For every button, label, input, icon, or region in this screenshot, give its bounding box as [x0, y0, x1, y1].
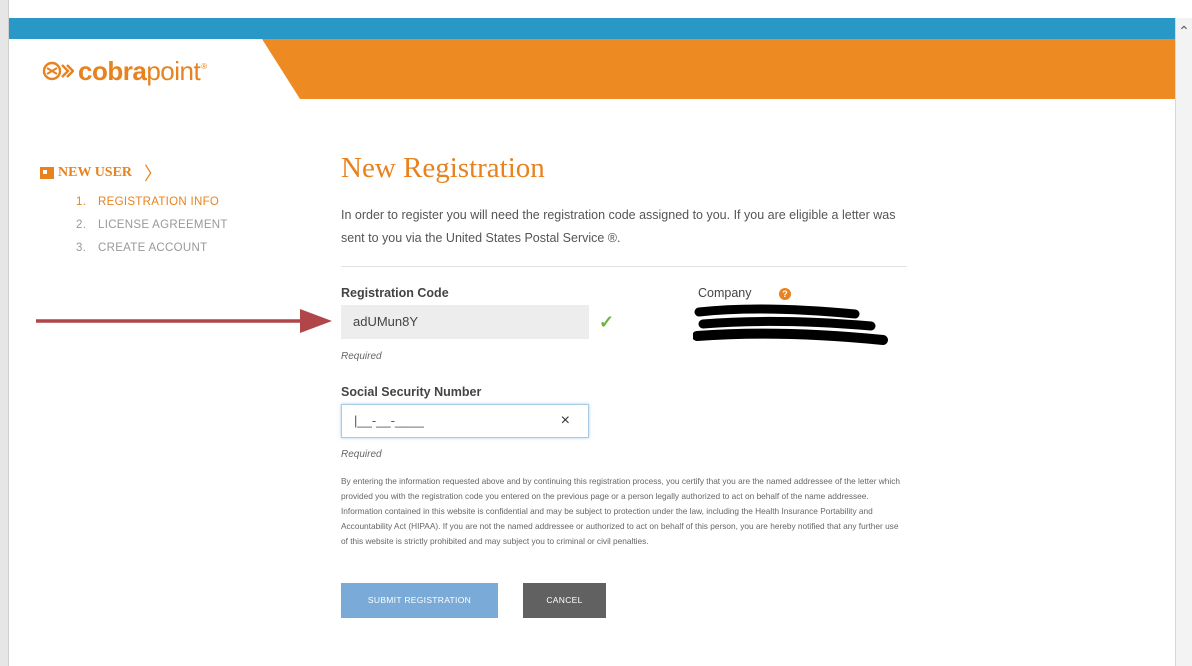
company-redacted-value — [693, 304, 888, 345]
browser-viewport: cobrapoint ® NEW USER 〉 1. REGISTRATION … — [0, 0, 1192, 666]
legal-disclaimer: By entering the information requested ab… — [341, 476, 900, 546]
clear-icon[interactable]: × — [561, 405, 570, 437]
checkmark-icon: ✓ — [599, 312, 615, 332]
help-icon[interactable]: ? — [779, 288, 791, 300]
sidebar: NEW USER 〉 1. REGISTRATION INFO 2. LICEN… — [40, 160, 270, 265]
page-title: New Registration — [341, 152, 545, 184]
submit-registration-button[interactable]: SUBMIT REGISTRATION — [341, 583, 498, 618]
registration-code-input[interactable]: adUMun8Y — [341, 305, 589, 339]
logo-trademark: ® — [201, 61, 208, 71]
cancel-button[interactable]: CANCEL — [523, 583, 606, 618]
ssn-input-mask: |__-__-____ — [354, 413, 424, 428]
step-list: 1. REGISTRATION INFO 2. LICENSE AGREEMEN… — [76, 196, 270, 265]
company-label: Company — [698, 286, 752, 300]
vertical-scrollbar[interactable]: ⌃ — [1175, 18, 1192, 666]
step-registration-info: 1. REGISTRATION INFO — [76, 196, 220, 208]
user-card-icon — [40, 167, 54, 179]
chevron-right-icon: 〉 — [144, 164, 163, 184]
ssn-required: Required — [341, 449, 382, 460]
window-left-edge — [0, 0, 9, 666]
sidebar-heading-label: NEW USER — [58, 165, 133, 180]
sidebar-heading: NEW USER 〉 — [40, 160, 270, 186]
ssn-input[interactable]: |__-__-____ × — [341, 404, 589, 438]
registration-code-required: Required — [341, 351, 382, 362]
step-license-agreement: 2. LICENSE AGREEMENT — [76, 219, 228, 231]
header-top-bar — [9, 18, 1176, 39]
header-orange-band — [262, 39, 1176, 99]
ssn-label: Social Security Number — [341, 385, 482, 399]
logo-mark-icon — [42, 61, 74, 81]
logo-wordmark: cobrapoint — [78, 56, 201, 86]
step-create-account: 3. CREATE ACCOUNT — [76, 242, 208, 254]
intro-text: In order to register you will need the r… — [341, 208, 896, 245]
registration-code-label: Registration Code — [341, 286, 449, 300]
red-arrow-annotation — [36, 309, 332, 333]
divider — [341, 266, 907, 267]
cobrapoint-logo[interactable]: cobrapoint ® — [42, 58, 207, 84]
scroll-up-icon[interactable]: ⌃ — [1176, 18, 1192, 44]
